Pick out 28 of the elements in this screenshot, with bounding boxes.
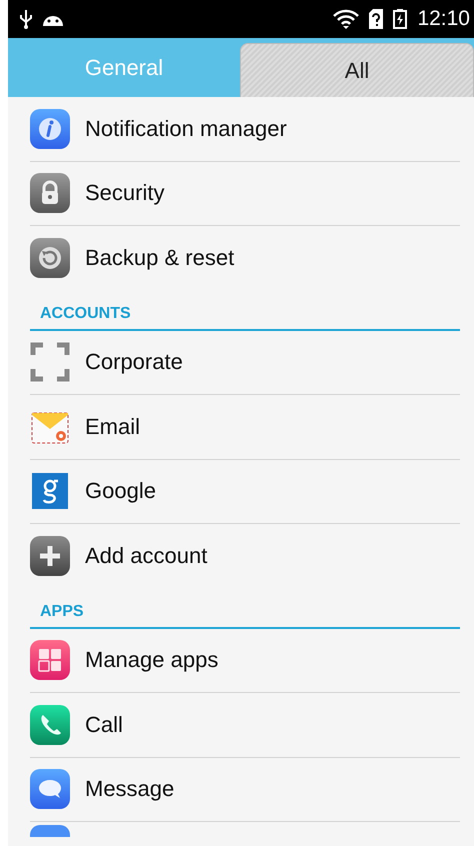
settings-item[interactable]: Google — [30, 460, 460, 524]
app-icon — [30, 825, 70, 837]
restore-icon — [30, 238, 70, 278]
settings-item[interactable]: Message — [30, 758, 460, 822]
battery-charging-icon — [393, 9, 408, 29]
settings-item[interactable]: Email — [30, 395, 460, 460]
tab[interactable]: All — [240, 43, 474, 97]
settings-item[interactable]: Corporate — [30, 330, 460, 395]
frame-corners-icon — [30, 342, 70, 382]
settings-item[interactable]: Manage apps — [30, 628, 460, 693]
section-title: ACCOUNTS — [40, 304, 131, 322]
phone-icon — [30, 704, 70, 745]
clock-time: 12:10 — [417, 7, 470, 31]
settings-item[interactable]: Add account — [30, 524, 460, 588]
wifi-icon — [333, 9, 360, 29]
usb-icon — [20, 9, 32, 29]
google-icon — [30, 471, 70, 512]
settings-item[interactable]: Notification manager — [30, 97, 460, 162]
lock-icon — [30, 173, 70, 214]
section-title: APPS — [40, 602, 84, 620]
settings-item[interactable]: Backup & reset — [30, 226, 460, 290]
info-icon — [30, 108, 70, 149]
sim-icon — [369, 9, 384, 29]
plus-icon — [30, 536, 70, 576]
chat-bubble-icon — [30, 769, 70, 810]
settings-item[interactable]: Security — [30, 162, 460, 226]
grid-icon — [30, 640, 70, 680]
settings-item[interactable]: Call — [30, 693, 460, 758]
